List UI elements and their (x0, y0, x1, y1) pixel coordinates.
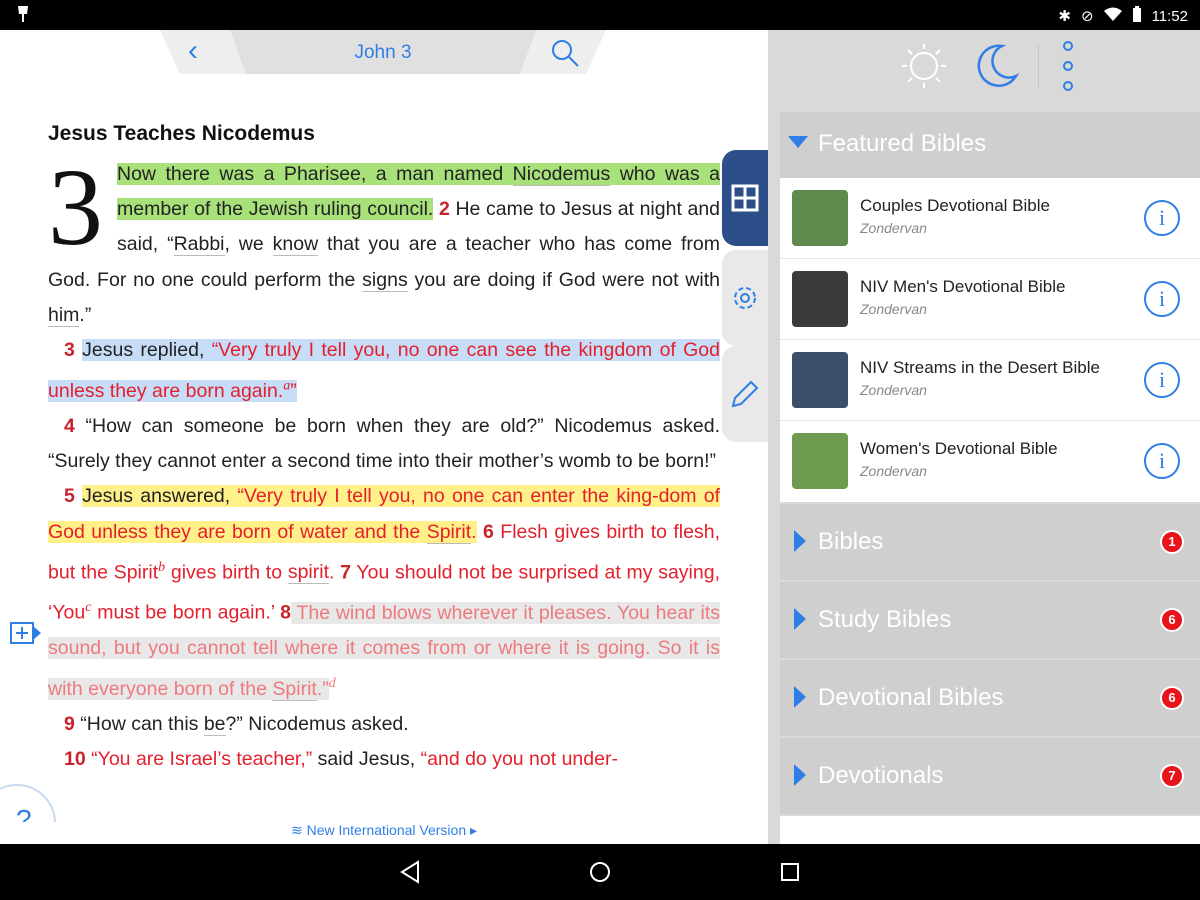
expand-icon (731, 184, 759, 212)
home-circle-icon[interactable] (588, 860, 612, 889)
count-badge: 7 (1160, 764, 1184, 788)
reader-pane: ‹ John 3 Jesus Teaches Nicodemus 3 Now t… (0, 30, 768, 844)
info-icon[interactable]: i (1144, 200, 1180, 236)
verse-number: 8 (280, 601, 292, 624)
book-cover (792, 352, 848, 408)
info-icon[interactable]: i (1144, 443, 1180, 479)
triangle-right-icon (794, 608, 806, 630)
featured-bibles-header[interactable]: Featured Bibles (780, 112, 1200, 178)
verse-number: 6 (483, 520, 494, 543)
book-cover (792, 433, 848, 489)
more-options-icon[interactable] (1058, 40, 1078, 97)
triangle-down-icon (788, 136, 808, 148)
clock: 11:52 (1151, 7, 1188, 25)
count-badge: 6 (1160, 608, 1184, 632)
word-link-know[interactable]: know (272, 233, 319, 257)
book-item[interactable]: NIV Men's Devotional Bible Zondervan i (780, 259, 1200, 340)
chapter-number: 3 (48, 146, 103, 268)
do-not-disturb-icon: ⊘ (1080, 8, 1094, 25)
word-link-him[interactable]: him (48, 303, 80, 327)
featured-bibles-list: Couples Devotional Bible Zondervan i NIV… (780, 178, 1200, 502)
word-link-signs[interactable]: signs (362, 268, 408, 292)
status-bar: ✱ ⊘ 11:52 (0, 0, 1200, 30)
word-link-spirit[interactable]: spirit (287, 561, 329, 585)
sun-icon[interactable] (900, 42, 948, 95)
chapter-reference[interactable]: John 3 (160, 42, 606, 64)
wifi-icon (1103, 7, 1122, 25)
list-bottom (780, 816, 1200, 844)
notification-icon (16, 5, 30, 28)
add-note-icon[interactable] (10, 622, 42, 649)
count-badge: 1 (1160, 530, 1184, 554)
verse-number: 4 (64, 414, 75, 437)
bible-store-pane: Featured Bibles Couples Devotional Bible… (768, 30, 1200, 844)
book-item[interactable]: Couples Devotional Bible Zondervan i (780, 178, 1200, 259)
verse-number: 7 (340, 561, 352, 584)
store-toolbar (768, 30, 1200, 102)
verse-number: 10 (64, 748, 86, 771)
pencil-icon (731, 380, 759, 408)
wifi-icon: ≋ (290, 822, 307, 838)
settings-tab[interactable] (722, 250, 768, 346)
triangle-right-icon (794, 764, 806, 786)
word-link-spirit[interactable]: Spirit (272, 677, 317, 701)
book-item[interactable]: Women's Devotional Bible Zondervan i (780, 421, 1200, 502)
book-cover (792, 271, 848, 327)
recents-square-icon[interactable] (778, 860, 802, 889)
verse-number: 3 (64, 339, 75, 362)
category-study-bibles[interactable]: Study Bibles 6 (780, 582, 1200, 658)
verse-number: 2 (438, 198, 450, 221)
toolbar-divider (1038, 44, 1039, 88)
section-title: Jesus Teaches Nicodemus (48, 122, 315, 145)
info-icon[interactable]: i (1144, 281, 1180, 317)
version-selector[interactable]: ≋ New International Version ▸ (0, 822, 768, 844)
book-cover (792, 190, 848, 246)
footnote-d[interactable]: d (329, 676, 336, 691)
category-devotionals[interactable]: Devotionals 7 (780, 738, 1200, 814)
info-icon[interactable]: i (1144, 362, 1180, 398)
word-link-spirit[interactable]: Spirit (426, 520, 472, 544)
gear-icon (734, 287, 756, 309)
category-bibles[interactable]: Bibles 1 (780, 504, 1200, 580)
word-link-rabbi[interactable]: Rabbi (173, 233, 225, 257)
back-triangle-icon[interactable] (398, 860, 422, 889)
word-link-be[interactable]: be (203, 713, 226, 737)
scripture-text: 3 Now there was a Pharisee, a man named … (48, 146, 721, 771)
expand-panel-tab[interactable] (722, 150, 768, 246)
category-devotional-bibles[interactable]: Devotional Bibles 6 (780, 660, 1200, 736)
book-item[interactable]: NIV Streams in the Desert Bible Zonderva… (780, 340, 1200, 421)
bluetooth-icon: ✱ (1058, 8, 1071, 25)
triangle-right-icon (794, 686, 806, 708)
word-link-nicodemus[interactable]: Nicodemus (512, 163, 611, 186)
count-badge: 6 (1160, 686, 1184, 710)
play-icon: ▸ (466, 822, 478, 838)
triangle-right-icon (794, 530, 806, 552)
system-nav-bar (0, 844, 1200, 900)
edit-tab[interactable] (722, 346, 768, 442)
verse-3-highlight[interactable]: Jesus replied, “Very truly I tell you, n… (48, 339, 720, 402)
battery-icon (1132, 6, 1142, 26)
verse-number: 9 (64, 713, 75, 736)
chapter-nav-tab: ‹ John 3 (160, 30, 606, 74)
moon-icon[interactable] (972, 42, 1020, 95)
verse-number: 5 (64, 485, 75, 508)
